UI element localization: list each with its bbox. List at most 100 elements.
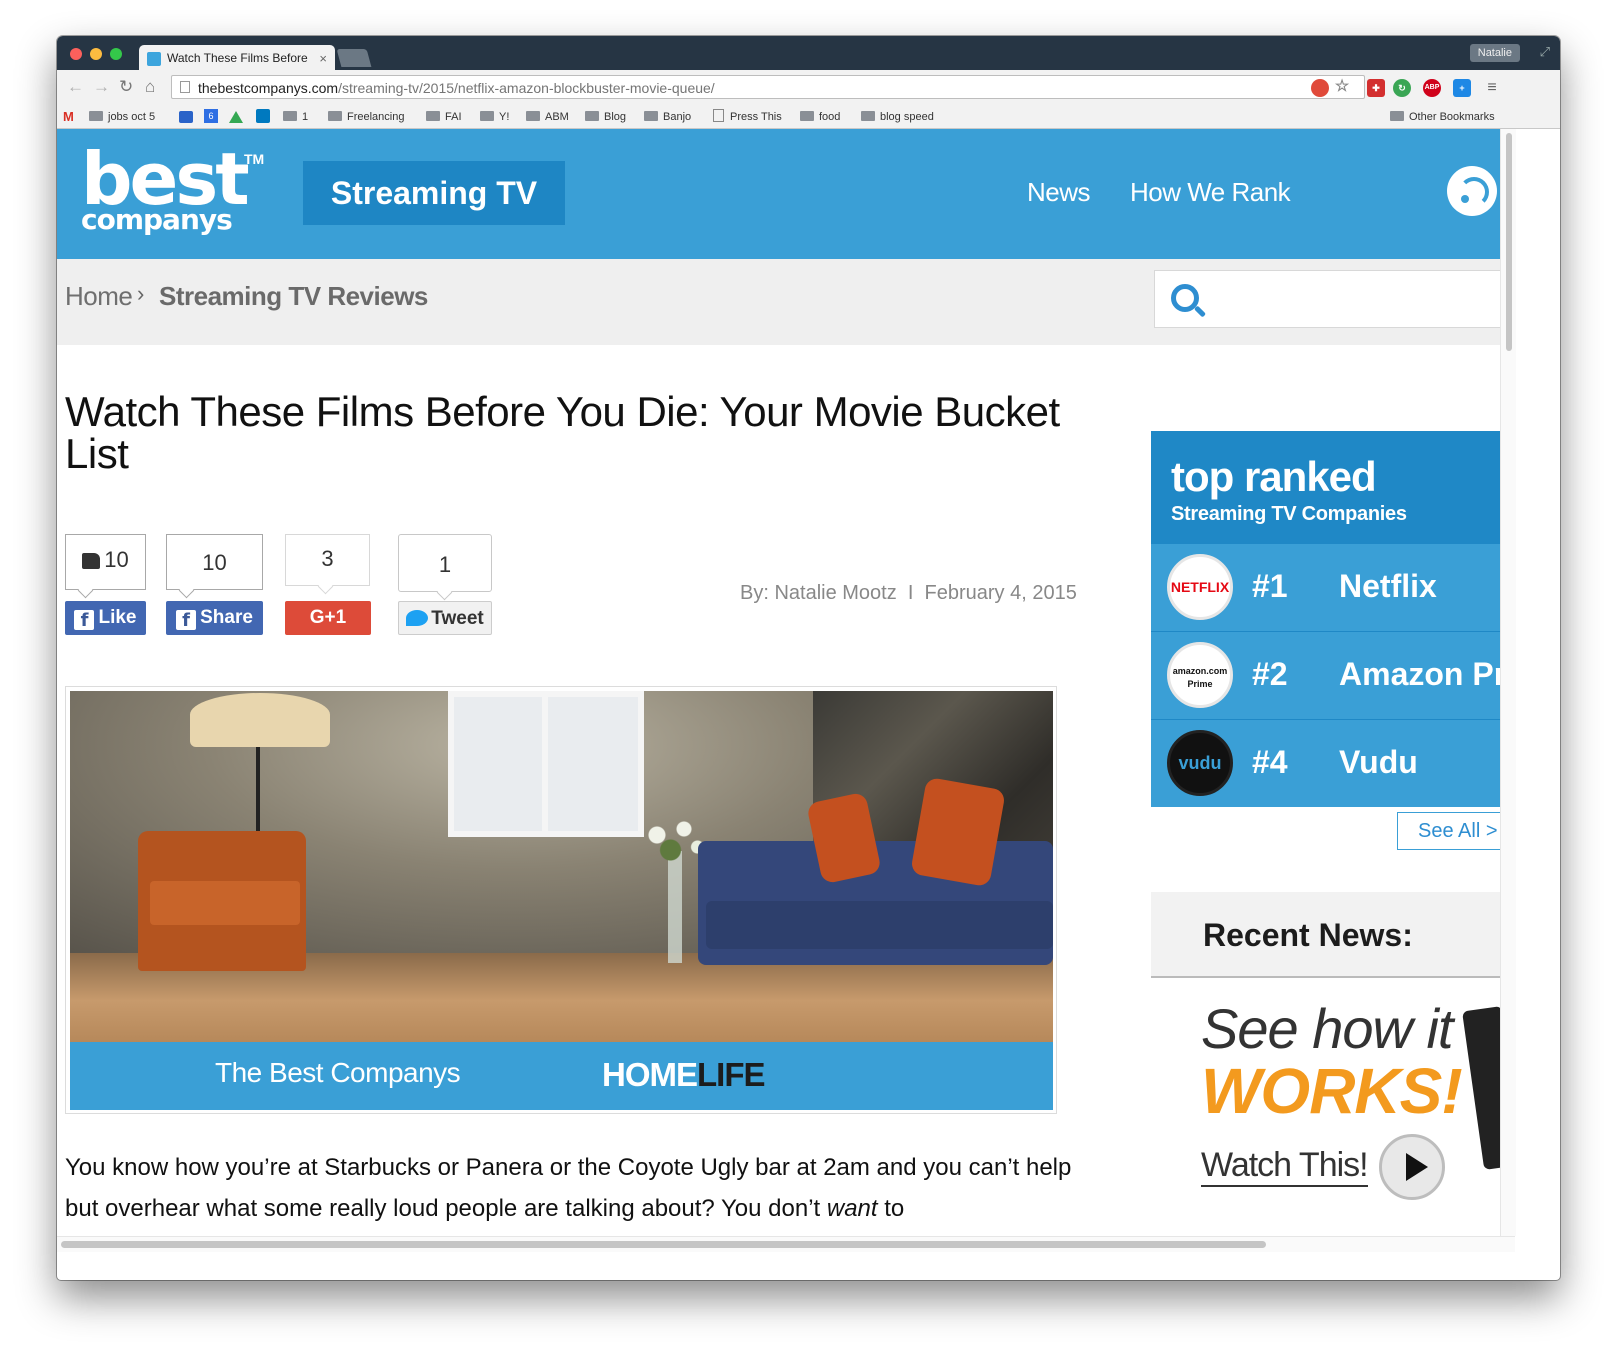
star-icon[interactable]: ☆ — [1333, 79, 1351, 97]
hero-image: The Best Companys HOMELIFE — [65, 686, 1057, 1114]
back-arrow-icon[interactable]: ← — [67, 77, 84, 97]
see-all-button[interactable]: See All > — [1397, 812, 1500, 850]
other-bookmarks[interactable]: Other Bookmarks — [1390, 109, 1495, 125]
bookmark-folder[interactable]: 1 — [283, 109, 308, 125]
hero-category: HOMELIFE — [602, 1056, 765, 1093]
folder-icon — [89, 111, 103, 121]
bookmark-folder[interactable]: blog speed — [861, 109, 934, 125]
forward-arrow-icon[interactable]: → — [93, 77, 110, 97]
scrollbar-thumb[interactable] — [61, 1241, 1266, 1248]
drive-icon[interactable] — [229, 111, 243, 123]
ranking-row[interactable]: NETFLIX #1 Netflix — [1151, 544, 1500, 631]
close-window-button[interactable] — [70, 48, 82, 60]
docs-icon[interactable] — [179, 111, 193, 123]
browser-tab[interactable]: Watch These Films Before × — [139, 45, 335, 72]
page-icon — [180, 81, 190, 93]
bookmark-folder[interactable]: jobs oct 5 — [89, 109, 155, 125]
rss-icon[interactable] — [1447, 166, 1497, 216]
twitter-icon — [406, 610, 429, 626]
nav-news[interactable]: News — [1027, 177, 1091, 208]
how-it-works-promo[interactable]: See how it WORKS! Watch This! — [1151, 978, 1500, 1236]
hero-banner: The Best Companys HOMELIFE — [70, 1042, 1053, 1110]
plus-icon[interactable]: + — [1453, 79, 1471, 97]
top-ranked-subtitle: Streaming TV Companies — [1171, 503, 1407, 525]
ranking-number: #2 — [1252, 656, 1288, 692]
ranking-name: Netflix — [1339, 568, 1437, 604]
opera-icon[interactable] — [1311, 79, 1329, 97]
search-input[interactable] — [1154, 270, 1500, 328]
ranking-row[interactable]: amazon.com Prime #2 Amazon Prime — [1151, 632, 1500, 719]
recent-news-title: Recent News: — [1203, 917, 1413, 953]
tweet-button[interactable]: Tweet — [398, 601, 492, 635]
page-icon — [713, 109, 724, 122]
minimize-window-button[interactable] — [90, 48, 102, 60]
play-icon[interactable] — [1379, 1134, 1445, 1200]
ranking-name: Vudu — [1339, 744, 1418, 780]
ranking-row[interactable]: vudu #4 Vudu — [1151, 720, 1500, 807]
folder-icon — [328, 111, 342, 121]
page-viewport: best TM companys Streaming TV News How W… — [57, 129, 1500, 1236]
bookmark-folder[interactable]: Banjo — [644, 109, 691, 125]
thumbs-up-icon — [82, 553, 101, 569]
bookmark-folder[interactable]: food — [800, 109, 840, 125]
bookmark-folder[interactable]: ABM — [526, 109, 569, 125]
device-illustration — [1462, 1005, 1500, 1171]
url-host: thebestcompanys.com — [198, 80, 339, 96]
url-path: /streaming-tv/2015/netflix-amazon-blockb… — [338, 80, 715, 96]
hero-brand: The Best Companys — [215, 1057, 461, 1088]
browser-window: Watch These Films Before × Natalie ⤢ ← →… — [57, 36, 1560, 1280]
bookmarks-bar: M jobs oct 5 6 1 Freelancing FAI Y! ABM … — [57, 106, 1560, 129]
top-ranked-title: top ranked — [1171, 453, 1377, 500]
facebook-like-button[interactable]: f Like — [65, 601, 146, 635]
lastpass-icon[interactable]: ✚ — [1367, 79, 1385, 97]
bookmark-folder[interactable]: FAI — [426, 109, 462, 125]
ranking-number: #1 — [1252, 568, 1288, 604]
horizontal-scrollbar[interactable] — [57, 1236, 1515, 1252]
calendar-icon[interactable]: 6 — [204, 109, 218, 123]
fullscreen-icon[interactable]: ⤢ — [1540, 44, 1550, 60]
like-count: 10 — [65, 534, 146, 599]
profile-button[interactable]: Natalie — [1469, 44, 1520, 62]
folder-icon — [480, 111, 494, 121]
folder-icon — [861, 111, 875, 121]
gplus-count: 3 — [285, 534, 370, 595]
tab-close-icon[interactable]: × — [319, 45, 327, 72]
browser-toolbar: ← → ↻ ⌂ thebestcompanys.com/streaming-tv… — [57, 70, 1560, 106]
logo-companys: companys — [81, 203, 233, 236]
scrollbar-thumb[interactable] — [1506, 133, 1512, 351]
breadcrumb-home[interactable]: Home — [65, 281, 133, 312]
logo-trademark: TM — [244, 151, 265, 167]
promo-watch-link[interactable]: Watch This! — [1201, 1146, 1369, 1187]
byline: By: Natalie Mootz I February 4, 2015 — [740, 582, 1077, 604]
new-tab-button[interactable] — [336, 49, 372, 67]
site-header: best TM companys Streaming TV News How W… — [57, 129, 1500, 259]
trello-icon[interactable] — [256, 109, 270, 123]
section-badge[interactable]: Streaming TV — [303, 161, 565, 225]
breadcrumb-current[interactable]: Streaming TV Reviews — [159, 281, 428, 312]
search-icon[interactable] — [1171, 284, 1199, 312]
living-room-illustration — [70, 691, 1053, 1042]
reload-icon[interactable]: ↻ — [119, 77, 133, 97]
recent-news-panel: Recent News: See how it WORKS! Watch Thi… — [1151, 892, 1500, 1236]
menu-icon[interactable]: ≡ — [1483, 79, 1501, 97]
home-icon[interactable]: ⌂ — [145, 77, 155, 97]
address-bar[interactable]: thebestcompanys.com/streaming-tv/2015/ne… — [171, 75, 1365, 99]
abp-icon[interactable]: ABP — [1423, 79, 1441, 97]
gmail-icon[interactable]: M — [63, 109, 74, 125]
bookmark-link[interactable]: Press This — [713, 109, 782, 125]
vertical-scrollbar[interactable] — [1500, 129, 1516, 1236]
folder-icon — [526, 111, 540, 121]
facebook-share-button[interactable]: f Share — [166, 601, 263, 635]
google-plus-button[interactable]: G+1 — [285, 601, 371, 635]
bookmark-folder[interactable]: Blog — [585, 109, 626, 125]
tweet-count: 1 — [398, 534, 492, 601]
bookmark-folder[interactable]: Freelancing — [328, 109, 404, 125]
article-body: You know how you’re at Starbucks or Pane… — [65, 1154, 1072, 1222]
maximize-window-button[interactable] — [110, 48, 122, 60]
bookmark-folder[interactable]: Y! — [480, 109, 509, 125]
vudu-logo: vudu — [1167, 730, 1233, 796]
nav-how-we-rank[interactable]: How We Rank — [1130, 177, 1291, 208]
tab-title: Watch These Films Before — [167, 51, 308, 65]
folder-icon — [585, 111, 599, 121]
refresh-green-icon[interactable]: ↻ — [1393, 79, 1411, 97]
